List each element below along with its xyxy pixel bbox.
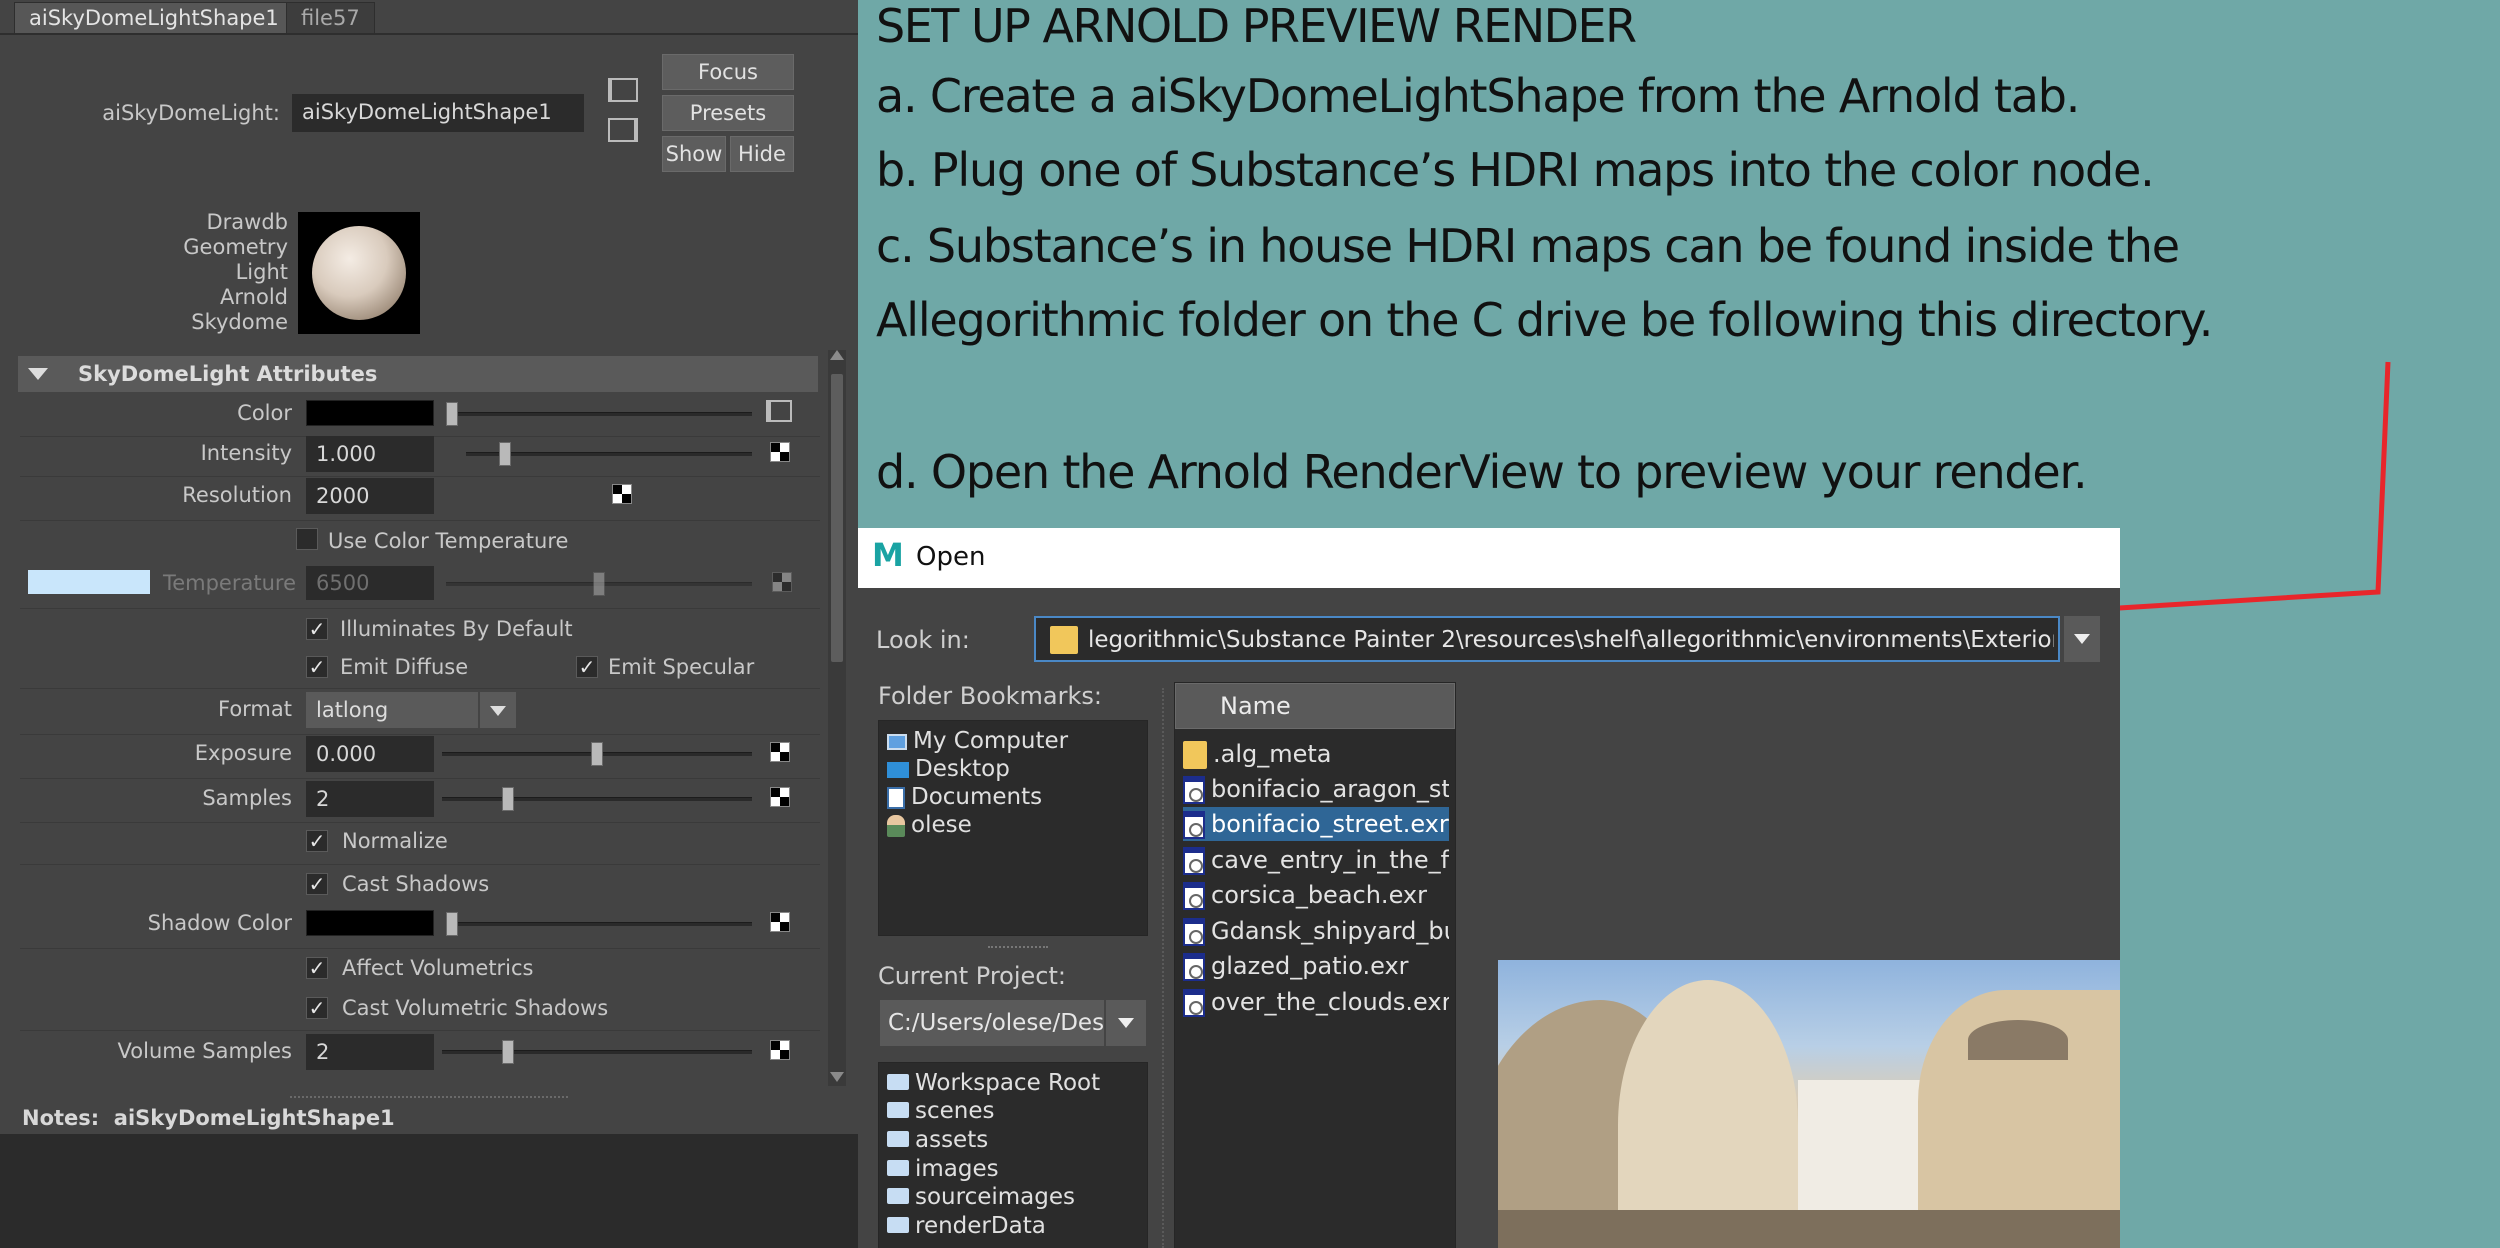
folder-icon [887, 1159, 909, 1176]
file-item[interactable]: over_the_clouds.exr [1183, 985, 1449, 1019]
maya-app-icon: M [872, 536, 904, 574]
bookmark-label: My Computer [913, 728, 1069, 754]
preview-balcony [1968, 1020, 2068, 1060]
current-project-dropdown-arrow[interactable] [1106, 1000, 1146, 1046]
file-name: Gdansk_shipyard_bui [1211, 917, 1449, 945]
file-item[interactable]: cave_entry_in_the_for [1183, 843, 1449, 877]
bookmark-label: Documents [911, 784, 1043, 810]
user-icon [887, 814, 905, 837]
project-folder-label: images [915, 1156, 999, 1182]
bookmark-desktop[interactable]: Desktop [887, 755, 1010, 783]
project-folder-label: renderData [915, 1213, 1046, 1239]
exr-file-icon [1183, 811, 1205, 839]
bookmark-my-computer[interactable]: My Computer [887, 727, 1068, 755]
folder-bookmarks-label: Folder Bookmarks: [878, 682, 1102, 710]
file-name: glazed_patio.exr [1211, 952, 1409, 980]
look-in-label: Look in: [876, 626, 970, 654]
exr-file-icon [1183, 953, 1205, 981]
documents-icon [887, 786, 905, 809]
file-name: cave_entry_in_the_for [1211, 846, 1449, 874]
exr-file-icon [1183, 989, 1205, 1017]
hdri-preview-image [1498, 960, 2120, 1248]
file-item[interactable]: Gdansk_shipyard_bui [1183, 914, 1449, 948]
file-item[interactable]: corsica_beach.exr [1183, 878, 1449, 912]
file-name: bonifacio_aragon_sta [1211, 775, 1449, 803]
bookmark-label: olese [911, 812, 972, 838]
computer-icon [887, 733, 907, 750]
exr-file-icon [1183, 918, 1205, 946]
pane-splitter[interactable] [1162, 688, 1168, 1248]
file-item[interactable]: bonifacio_aragon_sta [1183, 772, 1449, 806]
exr-file-icon [1183, 882, 1205, 910]
folder-icon [887, 1101, 909, 1118]
bookmark-documents[interactable]: Documents [887, 783, 1042, 811]
folder-icon [1050, 626, 1078, 654]
project-folder-item[interactable]: Workspace Root [887, 1069, 1100, 1097]
preview-dome-building [1618, 980, 1798, 1248]
project-folders-list[interactable]: Workspace Root scenes assets images sour… [878, 1062, 1148, 1248]
file-item[interactable]: .alg_meta [1183, 737, 1449, 771]
chevron-down-icon [2074, 634, 2090, 644]
look-in-dropdown-button[interactable] [2064, 616, 2100, 662]
file-item-selected[interactable]: bonifacio_street.exr [1183, 807, 1449, 841]
file-list[interactable]: Name .alg_meta bonifacio_aragon_sta boni… [1174, 682, 1456, 1248]
bookmark-olese[interactable]: olese [887, 811, 972, 839]
current-project-dropdown[interactable]: C:/Users/olese/Des [880, 1000, 1104, 1046]
file-name: bonifacio_street.exr [1211, 810, 1449, 838]
folder-icon [887, 1216, 909, 1233]
desktop-icon [887, 761, 909, 778]
folder-icon [887, 1130, 909, 1147]
project-folder-item[interactable]: renderData [887, 1212, 1046, 1240]
bookmark-label: Desktop [915, 756, 1010, 782]
project-folder-item[interactable]: assets [887, 1126, 988, 1154]
bookmarks-list[interactable]: My Computer Desktop Documents olese [878, 720, 1148, 936]
file-name: corsica_beach.exr [1211, 881, 1427, 909]
project-folder-item[interactable]: scenes [887, 1097, 995, 1125]
folder-icon [887, 1073, 909, 1090]
project-folder-label: scenes [915, 1098, 995, 1124]
exr-file-icon [1183, 776, 1205, 804]
project-folder-label: sourceimages [915, 1184, 1076, 1210]
preview-ground [1498, 1210, 2120, 1248]
project-folder-label: Workspace Root [915, 1070, 1101, 1096]
chevron-down-icon [1118, 1018, 1134, 1028]
folder-icon [1183, 741, 1207, 769]
file-item[interactable]: glazed_patio.exr [1183, 949, 1449, 983]
file-name: over_the_clouds.exr [1211, 988, 1449, 1016]
look-in-combobox[interactable]: legorithmic\Substance Painter 2\resource… [1034, 616, 2060, 662]
project-folder-label: assets [915, 1127, 989, 1153]
project-folder-item[interactable]: images [887, 1155, 999, 1183]
current-project-label: Current Project: [878, 962, 1066, 990]
dialog-title-bar[interactable]: M Open [858, 528, 2120, 588]
dialog-title: Open [916, 542, 986, 572]
open-dialog: M Open Look in: legorithmic\Substance Pa… [858, 528, 2120, 1248]
exr-file-icon [1183, 847, 1205, 875]
project-folder-item[interactable]: sourceimages [887, 1183, 1075, 1211]
bookmarks-splitter[interactable] [988, 946, 1048, 949]
look-in-path: legorithmic\Substance Painter 2\resource… [1088, 627, 2054, 653]
name-column-header[interactable]: Name [1175, 683, 1455, 729]
folder-icon [887, 1187, 909, 1204]
file-name: .alg_meta [1213, 740, 1332, 768]
